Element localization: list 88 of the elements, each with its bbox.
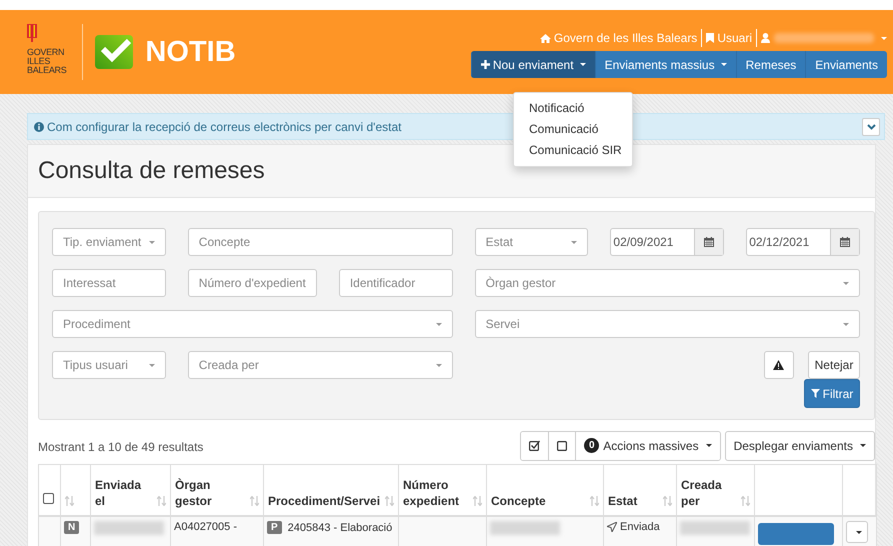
select-field[interactable]: Tipus usuari	[52, 351, 166, 379]
app-title: NOTIB	[145, 36, 236, 68]
coat-of-arms-icon	[27, 24, 37, 42]
caret-icon	[842, 282, 849, 284]
caret-icon	[842, 322, 849, 326]
caret-icon	[148, 240, 155, 244]
sort-icon[interactable]	[250, 496, 259, 506]
date-field[interactable]: 02/09/2021	[610, 228, 724, 256]
header-label: Concepte	[491, 493, 546, 509]
header-label: Enviada el	[95, 477, 142, 509]
expand-button[interactable]: Desplegar enviaments	[724, 430, 875, 460]
nav-tab[interactable]: Enviaments	[805, 51, 887, 78]
user-menu[interactable]	[761, 33, 887, 43]
status-text: Enviada	[620, 521, 660, 533]
date-field[interactable]: 02/12/2021	[746, 228, 860, 256]
select-field[interactable]: Tip. enviament	[52, 228, 166, 256]
filter-button[interactable]: Filtrar	[804, 379, 860, 408]
header-label: Òrgan gestor	[175, 477, 213, 509]
help-link[interactable]: Com configurar la recepció de correus electrònics per canvi d'estat	[34, 120, 402, 134]
mass-actions-button[interactable]: 0 Accions massives	[575, 432, 720, 460]
page-title: Consulta de remeses	[38, 157, 265, 185]
header-label: Número expedient	[403, 477, 460, 509]
select-field[interactable]: Estat	[474, 228, 588, 256]
menu-item[interactable]: Comunicació SIR	[514, 140, 632, 161]
caret-icon	[860, 444, 866, 447]
user-icon	[761, 33, 770, 43]
empty-box-icon	[557, 440, 568, 450]
blurred-text	[680, 521, 750, 535]
input-field[interactable]: Identificador	[338, 269, 453, 297]
filter-icon	[810, 389, 820, 398]
results-summary: Mostrant 1 a 10 de 49 resultats	[38, 438, 204, 454]
nav-tab[interactable]: Remeses	[736, 51, 806, 78]
select-field[interactable]: Procediment	[52, 310, 453, 338]
button-label: Accions massives	[603, 438, 699, 452]
count-badge: 0	[584, 438, 600, 453]
input-field[interactable]: Concepte	[188, 228, 453, 256]
caret-icon	[856, 530, 862, 534]
header-label: Procediment/Servei	[268, 493, 380, 509]
caret-icon	[706, 444, 712, 447]
sort-icon[interactable]	[65, 496, 74, 506]
menu-item[interactable]: Comunicació	[514, 119, 632, 140]
blurred-text	[94, 521, 164, 535]
header-label: Creada per	[681, 477, 723, 509]
collapse-button[interactable]	[862, 118, 880, 136]
caret-icon	[571, 240, 578, 244]
blurred-text	[490, 521, 560, 535]
warning-icon	[773, 360, 784, 370]
row-menu-button[interactable]	[846, 521, 868, 543]
select-field[interactable]: Òrgan gestor	[474, 269, 860, 297]
calendar-icon	[840, 237, 850, 247]
table-cell: A04027005 -	[174, 521, 237, 533]
bookmark-icon	[706, 33, 714, 43]
nav-tab[interactable]: Enviaments massius	[594, 51, 736, 78]
input-field[interactable]: Número d'expedient	[188, 269, 317, 297]
sort-icon[interactable]	[385, 496, 394, 506]
home-icon	[540, 34, 551, 42]
nav-tab[interactable]: Nou enviament	[470, 51, 595, 78]
warning-button[interactable]	[764, 351, 794, 379]
clear-button[interactable]: Netejar	[808, 351, 860, 379]
check-logo-icon	[95, 35, 134, 69]
caret-icon	[436, 322, 442, 326]
sort-icon[interactable]	[741, 496, 750, 506]
info-icon	[34, 122, 44, 132]
organization-name: GOVERN ILLES BALEARS	[27, 48, 66, 75]
sort-icon[interactable]	[590, 496, 599, 506]
actions-button[interactable]	[758, 523, 834, 545]
type-badge: P	[267, 521, 282, 534]
caret-icon	[148, 364, 155, 366]
select-field[interactable]: Servei	[474, 310, 860, 338]
table-cell: 2405843 - Elaboració	[288, 522, 392, 534]
caret-icon	[881, 36, 887, 40]
chevron-down-icon	[866, 124, 876, 130]
input-field[interactable]: Interessat	[52, 269, 166, 297]
caret-icon	[580, 63, 586, 66]
type-badge: N	[64, 521, 80, 534]
sort-icon[interactable]	[663, 496, 672, 506]
header-label: Estat	[608, 493, 638, 509]
caret-icon	[720, 63, 727, 66]
paper-plane-icon	[607, 522, 617, 532]
checked-box-icon	[529, 440, 540, 451]
checkbox[interactable]	[43, 493, 54, 504]
select-field[interactable]: Creada per	[188, 351, 453, 379]
plus-icon	[480, 60, 490, 69]
menu-item[interactable]: Notificació	[514, 98, 632, 119]
caret-icon	[436, 364, 442, 366]
sort-icon[interactable]	[157, 496, 166, 506]
calendar-icon	[704, 237, 714, 247]
sort-icon[interactable]	[473, 496, 482, 506]
